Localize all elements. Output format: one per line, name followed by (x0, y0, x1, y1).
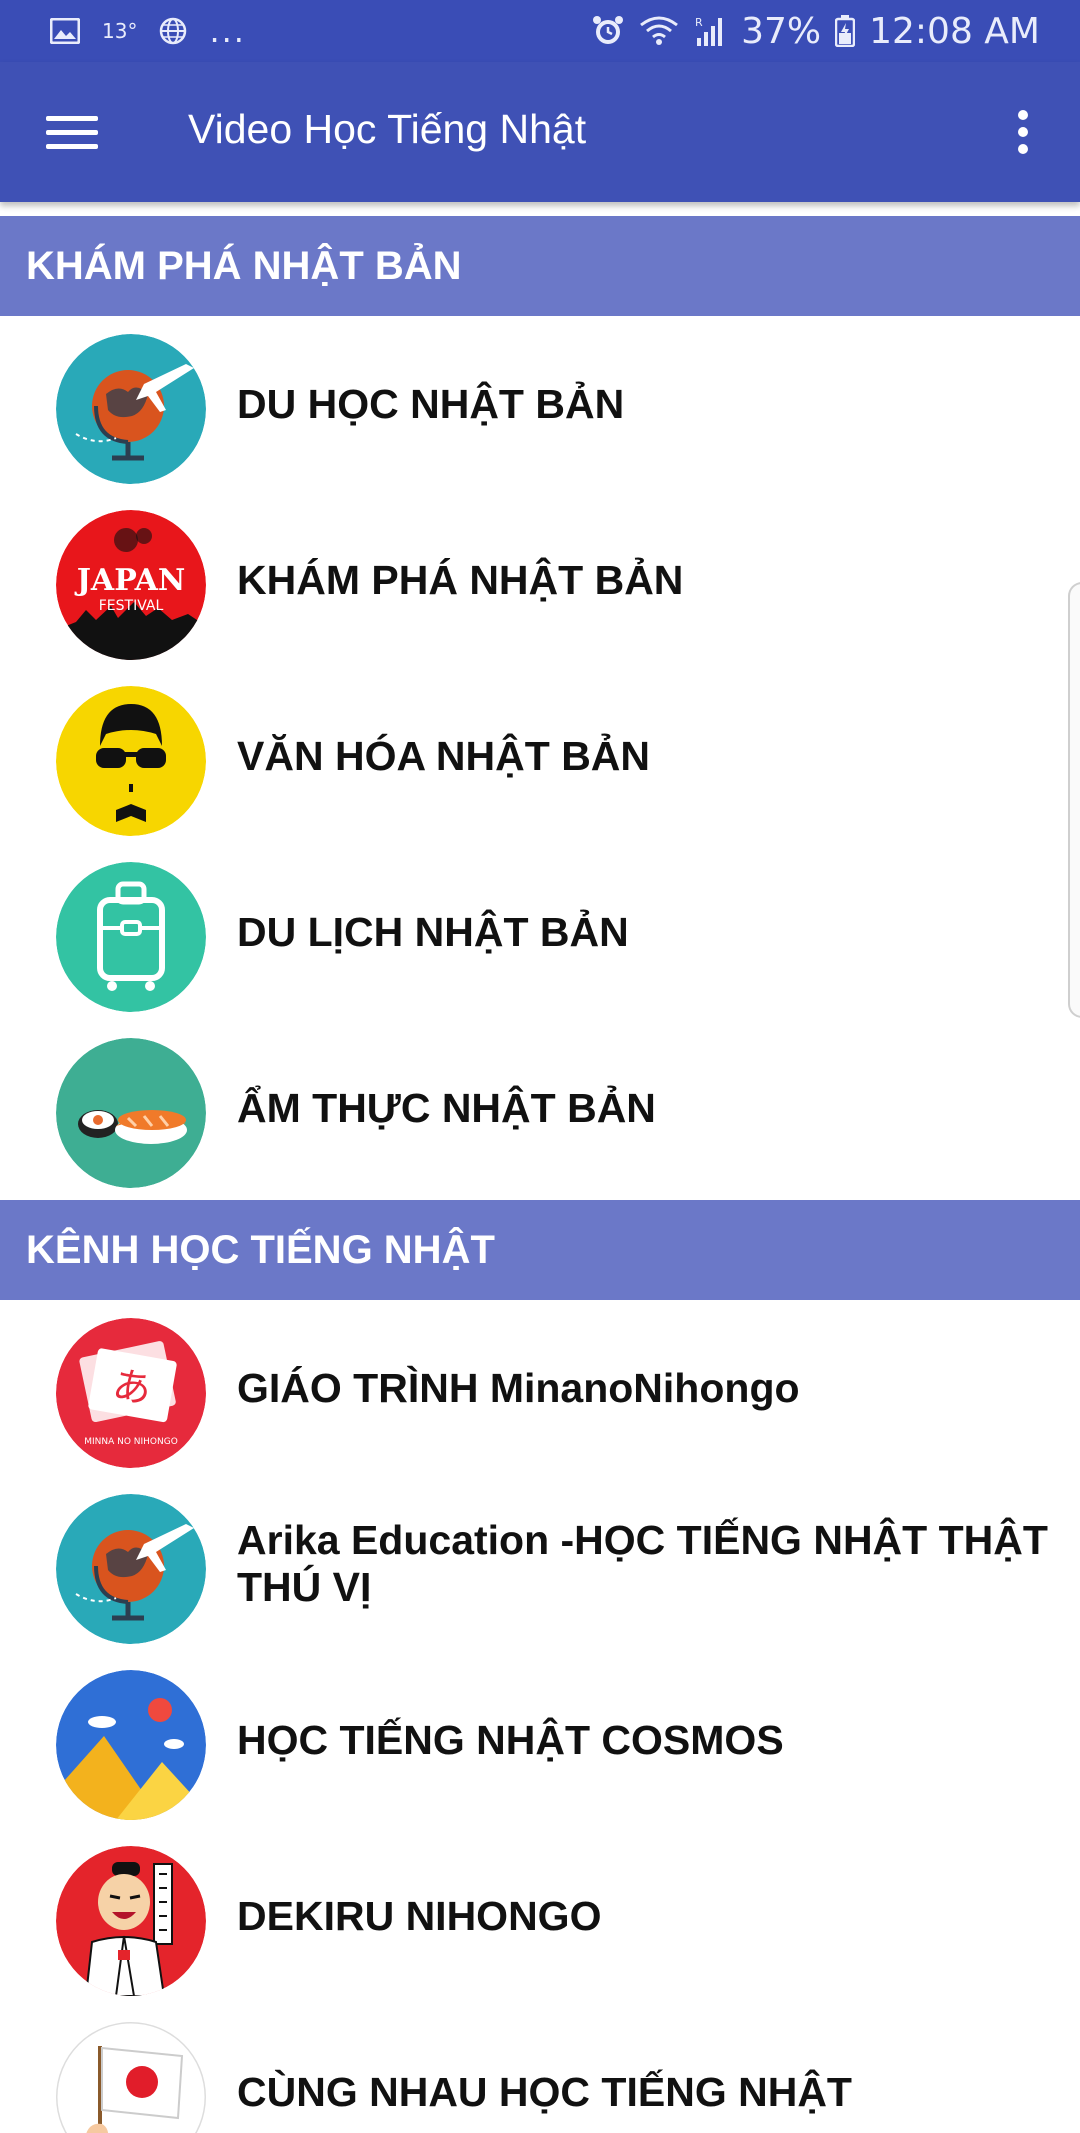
svg-text:あ: あ (110, 1362, 155, 1412)
list-item[interactable]: HỌC TIẾNG NHẬT COSMOS (0, 1652, 1080, 1828)
list-item-label: DU LỊCH NHẬT BẢN (237, 908, 629, 955)
clock-text: 12:08 AM (869, 10, 1040, 52)
list-item[interactable]: VĂN HÓA NHẬT BẢN (0, 668, 1080, 844)
gallery-icon (50, 18, 80, 44)
list-item[interactable]: DEKIRU NIHONGO (0, 1828, 1080, 2004)
samurai-character-icon (56, 1846, 206, 1996)
japan-festival-icon: JAPAN FESTIVAL (56, 510, 206, 660)
globe-plane-icon (56, 334, 206, 484)
list-item[interactable]: JAPAN FESTIVAL KHÁM PHÁ NHẬT BẢN (0, 492, 1080, 668)
list-item-label: Arika Education -HỌC TIẾNG NHẬT THẬT THÚ… (237, 1517, 1048, 1610)
globe-icon (159, 17, 187, 45)
app-bar: Video Học Tiếng Nhật (0, 62, 1080, 202)
more-notifications-text: ... (209, 12, 246, 50)
temperature-text: 13° (102, 19, 138, 43)
list-item[interactable]: あ MINNA NO NIHONGO GIÁO TRÌNH MinanoNihon… (0, 1300, 1080, 1476)
wifi-icon (639, 15, 679, 47)
list-item[interactable]: CÙNG NHAU HỌC TIẾNG NHẬT (0, 2004, 1080, 2133)
app-title: Video Học Tiếng Nhật (188, 106, 587, 152)
status-bar-right: R 37% 12:08 AM (591, 10, 1040, 52)
svg-text:JAPAN: JAPAN (74, 563, 186, 598)
status-bar: 13° ... R 37% 12:08 AM (0, 0, 1080, 62)
battery-icon (835, 15, 856, 47)
list-item-label: GIÁO TRÌNH MinanoNihongo (237, 1364, 800, 1411)
list-item-label: CÙNG NHAU HỌC TIẾNG NHẬT (237, 2068, 852, 2115)
section-header-kenh-hoc: KÊNH HỌC TIẾNG NHẬT (0, 1200, 1080, 1300)
list-item-label: DEKIRU NIHONGO (237, 1892, 602, 1939)
minna-no-nihongo-icon: あ MINNA NO NIHONGO (56, 1318, 206, 1468)
alarm-icon (591, 14, 625, 48)
battery-percent-text: 37% (741, 10, 822, 52)
list-item-label: DU HỌC NHẬT BẢN (237, 380, 625, 427)
signal-icon: R (693, 14, 727, 48)
japan-flag-hand-icon (56, 2022, 206, 2133)
list-item[interactable]: ẨM THỰC NHẬT BẢN (0, 1020, 1080, 1196)
hamburger-menu-icon[interactable] (46, 112, 98, 152)
globe-plane-icon (56, 1494, 206, 1644)
svg-text:R: R (695, 16, 703, 29)
scroll-handle[interactable] (1068, 582, 1080, 1018)
svg-text:FESTIVAL: FESTIVAL (99, 598, 164, 614)
list-item-label: VĂN HÓA NHẬT BẢN (237, 732, 651, 779)
sunglasses-face-icon (56, 686, 206, 836)
list-item[interactable]: DU LỊCH NHẬT BẢN (0, 844, 1080, 1020)
list-item[interactable]: DU HỌC NHẬT BẢN (0, 316, 1080, 492)
svg-text:MINNA NO NIHONGO: MINNA NO NIHONGO (84, 1437, 178, 1447)
list-item-label: KHÁM PHÁ NHẬT BẢN (237, 556, 684, 603)
sushi-icon (56, 1038, 206, 1188)
list-item-label: ẨM THỰC NHẬT BẢN (237, 1084, 656, 1131)
section-header-kham-pha: KHÁM PHÁ NHẬT BẢN (0, 216, 1080, 316)
more-vert-icon[interactable] (1006, 106, 1042, 158)
mountains-landscape-icon (56, 1670, 206, 1820)
suitcase-icon (56, 862, 206, 1012)
list-item-label: HỌC TIẾNG NHẬT COSMOS (237, 1716, 784, 1763)
status-bar-left: 13° ... (50, 12, 246, 50)
list-item[interactable]: Arika Education -HỌC TIẾNG NHẬT THẬT THÚ… (0, 1476, 1080, 1652)
